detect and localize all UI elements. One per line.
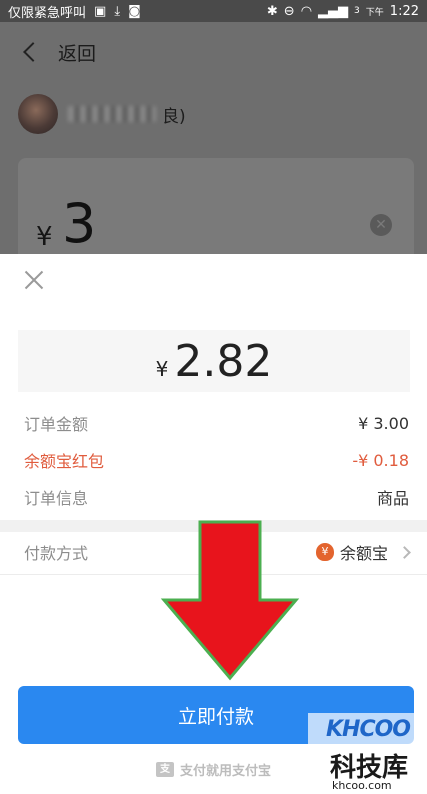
battery-icon: 3 [354,5,360,16]
image-icon: ▣ [94,3,107,19]
order-amount-label: 订单金额 [24,415,89,434]
back-button[interactable]: 返回 [58,39,96,66]
download-icon: ⤓ [114,3,121,19]
total-amount-box: ¥ 2.82 [18,330,410,392]
alipay-icon: 支 [155,762,174,777]
order-amount-value: ¥ 3.00 [358,413,409,433]
order-info-value: 商品 [376,489,409,508]
payee-info: 良) [18,94,186,134]
watermark: KHCOO 科技库 khcoo.com [308,713,427,794]
back-arrow-icon[interactable] [23,42,43,62]
order-info-label: 订单信息 [24,489,89,508]
amount-input[interactable]: 3 [62,192,96,254]
wifi-icon: ◠ [300,3,313,19]
notification-icon: ◙ [128,3,141,19]
bluetooth-icon: ✱ [266,3,278,19]
clear-icon[interactable]: ✕ [370,214,392,236]
order-amount-row: 订单金额 ¥ 3.00 [0,404,427,442]
watermark-url: khcoo.com [332,779,392,792]
signal-icon: ▂▄▆ [318,3,349,19]
background-page: 仅限紧急呼叫 ▣ ⤓ ◙ ✱ ⊖ ◠ ▂▄▆ 3 下午 1:22 返回 良) ¥… [0,0,427,254]
chevron-right-icon [398,545,411,559]
currency-symbol: ¥ [36,222,53,252]
red-packet-value: -¥ 0.18 [352,450,409,470]
clock: 1:22 [389,3,419,19]
payment-method-selector[interactable]: ¥ 余额宝 [315,540,411,564]
amount-input-card: ¥ 3 ✕ [18,158,414,254]
time-prefix: 下午 [365,7,384,18]
blurred-name [68,106,156,122]
order-info-row: 订单信息 商品 [0,478,427,516]
payment-method-value: 余额宝 [339,544,388,563]
payee-name-suffix: 良) [162,106,186,127]
avatar [18,94,58,134]
payment-method-label: 付款方式 [24,544,89,563]
do-not-disturb-icon: ⊖ [283,3,295,19]
payee-name: 良) [68,102,186,127]
status-bar: 仅限紧急呼叫 ▣ ⤓ ◙ ✱ ⊖ ◠ ▂▄▆ 3 下午 1:22 [0,0,427,22]
down-arrow-icon [160,520,300,681]
total-currency-symbol: ¥ [155,357,169,381]
nav-bar: 返回 [0,30,96,74]
carrier-text: 仅限紧急呼叫 [8,5,87,21]
watermark-logo: KHCOO [326,717,411,742]
footer-text: 支付就用支付宝 [179,764,271,779]
yuebao-icon: ¥ [315,543,334,561]
total-amount: 2.82 [174,336,273,387]
red-packet-label: 余额宝红包 [24,452,105,471]
close-icon[interactable] [22,268,46,292]
red-packet-row: 余额宝红包 -¥ 0.18 [0,441,427,479]
